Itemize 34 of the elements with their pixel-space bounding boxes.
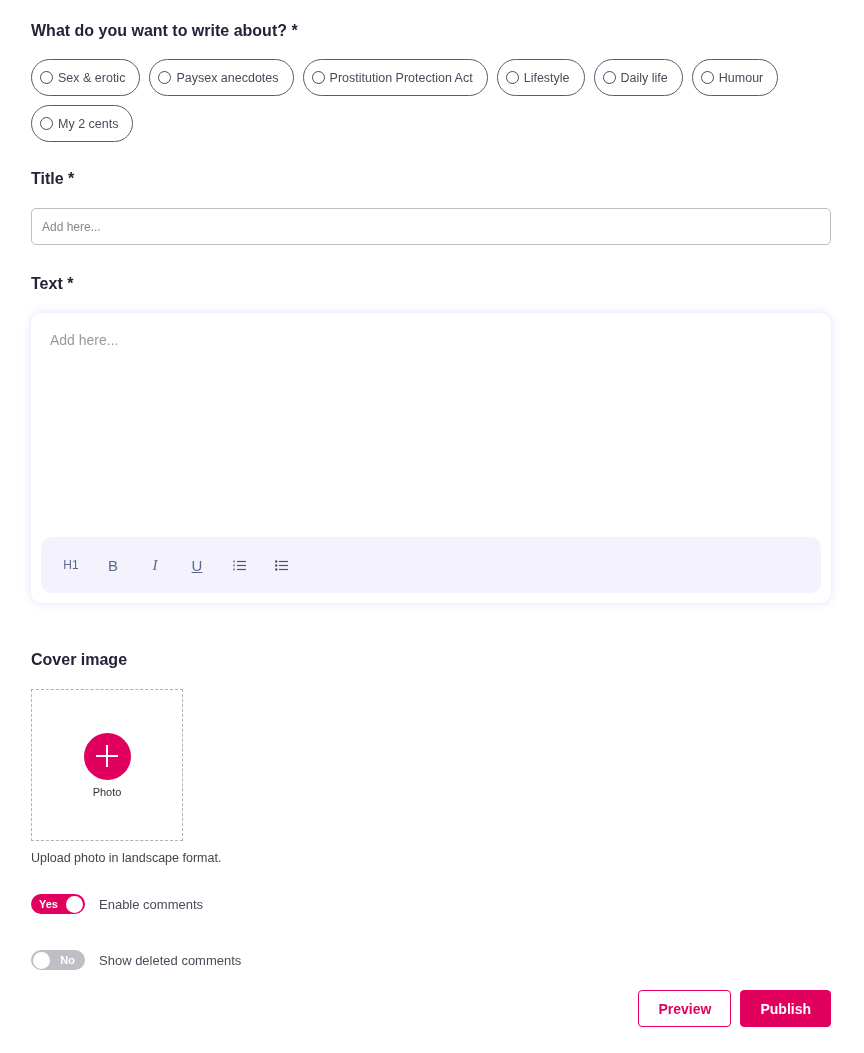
bold-button[interactable]: B [95, 550, 131, 580]
toggle-label: Show deleted comments [99, 952, 242, 968]
topic-option[interactable]: Humour [691, 59, 779, 96]
radio-icon [158, 71, 172, 84]
preview-button[interactable]: Preview [638, 990, 732, 1027]
bullet-list-icon [274, 559, 288, 571]
italic-button[interactable]: I [137, 550, 173, 580]
radio-icon [40, 117, 53, 130]
numbered-list-icon [232, 559, 246, 571]
radio-icon [700, 71, 714, 84]
title-input[interactable]: Add here... [31, 208, 831, 245]
topic-label: What do you want to write about? * [31, 22, 299, 40]
topic-option[interactable]: Daily life [593, 59, 683, 96]
plus-icon [95, 744, 119, 768]
radio-icon [311, 71, 325, 84]
radio-icon [602, 71, 616, 84]
topic-option[interactable]: My 2 cents [31, 105, 134, 142]
topic-option[interactable]: Sex & erotic [31, 59, 141, 96]
cover-label: Cover image [31, 651, 129, 669]
heading-button[interactable]: H1 [53, 550, 89, 580]
radio-icon [505, 71, 519, 84]
toggle-switch[interactable]: Yes [31, 894, 85, 914]
text-label: Text * [31, 275, 75, 293]
topic-option[interactable]: Lifestyle [496, 59, 585, 96]
topic-option[interactable]: Paysex anecdotes [149, 59, 294, 96]
topic-option[interactable]: Prostitution Protection Act [302, 59, 488, 96]
photo-dropzone[interactable]: Photo [31, 689, 183, 841]
toggle-label: Enable comments [99, 896, 204, 912]
photo-label: Photo [92, 785, 122, 798]
underline-button[interactable]: U [179, 550, 215, 580]
publish-button[interactable]: Publish [740, 990, 831, 1027]
title-label: Title * [31, 170, 76, 188]
upload-hint: Upload photo in landscape format. [31, 851, 223, 865]
radio-icon [40, 71, 53, 84]
